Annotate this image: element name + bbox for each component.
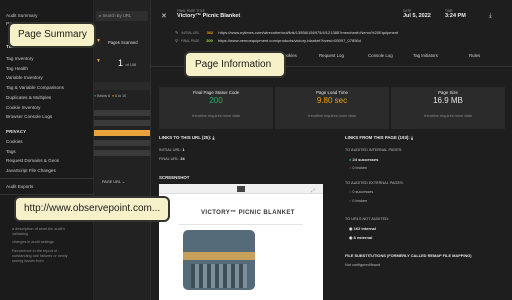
broken-link-icon: ○ [349,199,352,203]
sidebar-item-js-file-changes[interactable]: JavaScript File Changes [6,168,56,173]
sidebar-item-duplicates-multiples[interactable]: Duplicates & Multiples [6,95,51,100]
close-icon[interactable]: ✕ [161,12,167,20]
product-image [183,230,255,290]
histogram-bar-selected[interactable] [94,130,150,136]
check-circle-icon: ● [349,157,352,162]
broken-link-icon: ○ [349,166,352,170]
not-audited-internal[interactable]: ◉ 162 internal [349,226,376,231]
expand-icon[interactable]: ⤢ [311,188,315,194]
sidebar-item-request-domains[interactable]: Request Domains & Geos [6,158,59,163]
status-code: 302 [206,30,214,35]
download-icon[interactable]: ⤓ [411,135,413,140]
internal-pages-label: TO AUDITED INTERNAL PAGES: [345,148,403,152]
callout-page-information: Page Information [186,53,284,76]
sidebar-heading-privacy: PRIVACY [6,129,27,134]
sidebar-item-audit-exports[interactable]: Audit Exports [6,184,33,189]
links-to-initial: INITIAL URL: 1 [159,148,185,152]
sidebar-item-tags[interactable]: Tags [6,149,16,154]
page-list-panel: ⌕Search By URL ▼ Pages Scanned ▼ 1 of 10… [94,0,150,300]
legend: ● Below 6 ● 6 to 10 [94,94,127,98]
links-to-heading: LINKS TO THIS URL (25): ⤓ [159,135,215,140]
screenshot-heading: SCREENSHOT [159,175,190,180]
audit-description: a description of what the audit's valida… [12,227,68,264]
histogram-header [94,82,150,90]
time-value: 3:24 PM [445,13,466,19]
tab-rules[interactable]: Rules [469,53,480,58]
histogram-bar[interactable] [94,140,150,146]
final-url-link[interactable]: https://www.nemoequipment.com/products/v… [218,38,361,43]
file-substitutions-heading: FILE SUBSTITUTIONS (FORMERLY CALLED REMA… [345,253,472,258]
page-title: Victory™ Picnic Blanket [177,13,241,19]
download-icon[interactable]: ⤓ [213,135,215,140]
external-broken[interactable]: ○ 0 broken [349,199,367,203]
histogram-bar[interactable] [94,150,150,156]
filter-icon[interactable]: ▼ [96,38,101,44]
initial-url-link[interactable]: https://www.nytimes.com/wirecutter/out/l… [218,30,398,35]
callout-url: http://www.observepoint.com... [16,198,168,220]
filter-icon-2[interactable]: ▼ [96,58,101,64]
screenshot-product-title: VICTORY™ PICNIC BLANKET [201,210,295,216]
initial-url-row: ✎ INITIAL URL 302 https://www.nytimes.co… [175,30,399,35]
links-to-final: FINAL URL: 24 [159,157,185,161]
sidebar-item-tag-inventory[interactable]: Tag Inventory [6,56,34,61]
metric-page-size: Page Size 16.9 MB trendline requires mor… [391,87,505,129]
not-audited-external[interactable]: ◉ 6 external [349,235,372,240]
histogram-bar[interactable] [94,120,150,126]
callout-page-summary: Page Summary [10,24,94,46]
tab-request-log[interactable]: Request Log [319,53,344,58]
page-url-column-header[interactable]: PAGE URL ⌄ [102,179,125,184]
page-counter: 1 of 108 [118,58,137,68]
link-icon: ◉ [349,226,353,231]
url-search-input[interactable]: ⌕Search By URL [96,11,148,21]
sidebar-item-browser-console-logs[interactable]: Browser Console Logs [6,114,52,119]
final-url-row: ⚲ FINAL PAGE 200 https://www.nemoequipme… [175,38,361,43]
histogram-bar[interactable] [94,110,150,116]
legend-dot-icon: ● [94,94,97,98]
external-link-icon: ◉ [349,235,353,240]
sidebar-item-tag-variable-comparisons[interactable]: Tag & Variable Comparisons [6,85,64,90]
sidebar-divider [0,178,94,179]
pages-scanned-label: Pages Scanned [108,40,138,45]
screenshot-divider [179,224,303,225]
site-logo [237,186,245,192]
not-audited-label: TO URLS NOT AUDITED: [345,217,389,221]
tab-tag-initiators[interactable]: Tag Initiators [413,53,438,58]
sidebar-item-audit-summary[interactable]: Audit Summary [6,13,37,18]
edit-icon[interactable]: ✎ [175,30,178,35]
internal-broken[interactable]: ○ 0 broken [349,166,367,170]
file-substitutions-value: Not configured/found [345,263,381,267]
metric-status-code: Final Page Status Code 200 trendline req… [159,87,273,129]
check-circle-icon: ○ [349,190,352,194]
sort-icon: ⌄ [121,180,126,184]
download-icon[interactable]: ⤓ [489,13,492,20]
sidebar-item-variable-inventory[interactable]: Variable Inventory [6,75,43,80]
page-screenshot[interactable]: ⤢ VICTORY™ PICNIC BLANKET [159,184,323,300]
legend-dot-icon: ● [111,94,115,98]
metric-load-time: Page Load Time 9.80 sec trendline requir… [275,87,389,129]
search-icon: ⌕ [99,13,102,18]
external-pages-label: TO AUDITED EXTERNAL PAGES: [345,181,404,185]
sidebar-item-cookie-inventory[interactable]: Cookie Inventory [6,105,40,110]
sidebar-item-cookies[interactable]: Cookies [6,139,23,144]
status-code: 200 [206,38,213,43]
page-detail-panel: ✕ FINAL PAGE TITLE Victory™ Picnic Blank… [150,0,512,300]
tab-console-log[interactable]: Console Log [368,53,393,58]
external-success[interactable]: ○ 0 successes [349,190,373,194]
links-from-heading: LINKS FROM THIS PAGE (193): ⤓ [345,135,413,140]
date-value: Jul 5, 2022 [403,13,431,19]
sidebar-item-tag-health[interactable]: Tag Health [6,66,28,71]
link-icon: ⚲ [175,38,178,43]
sidebar-divider-2 [0,194,94,195]
internal-success[interactable]: ● 24 successes [349,157,378,162]
